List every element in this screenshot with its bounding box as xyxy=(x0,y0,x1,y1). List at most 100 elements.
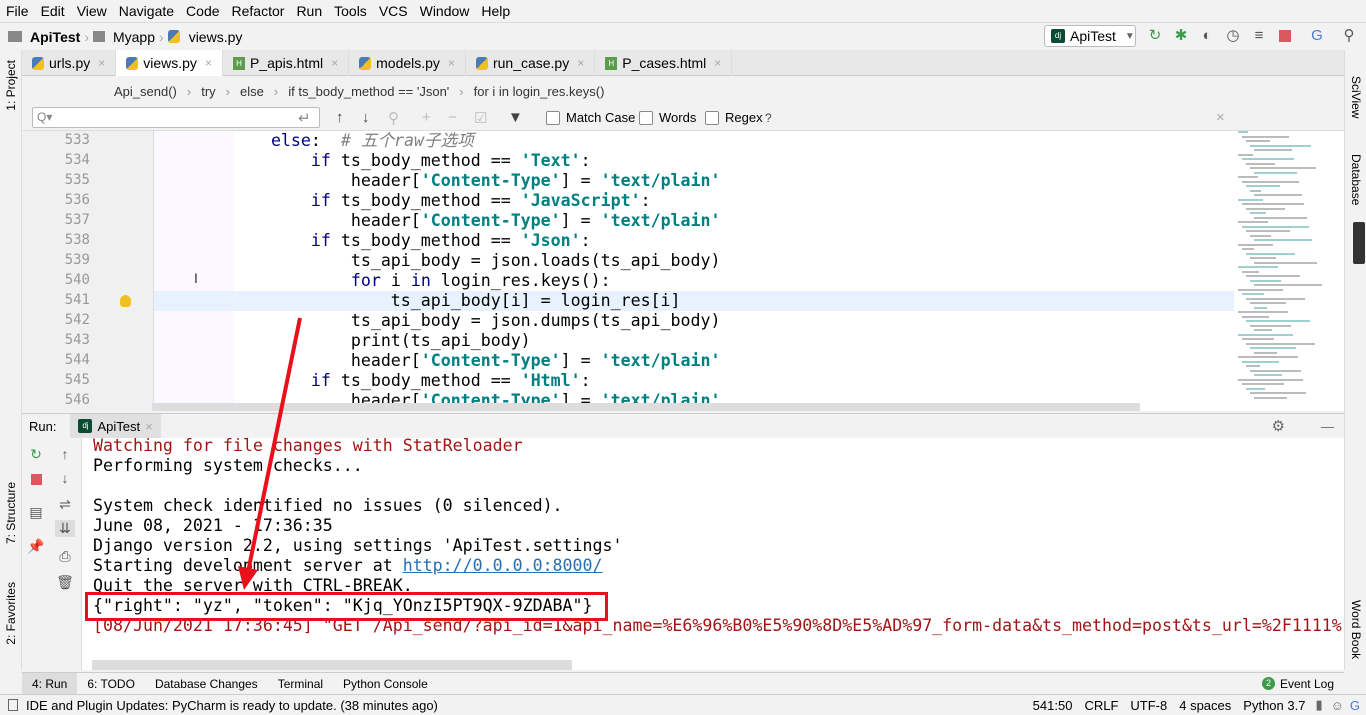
code-line[interactable]: if ts_body_method == 'Json': xyxy=(191,231,591,251)
menu-help[interactable]: Help xyxy=(475,3,516,19)
menu-file[interactable]: File xyxy=(0,3,35,19)
notification-icon[interactable] xyxy=(8,699,18,711)
tab-urls-py[interactable]: urls.py × xyxy=(22,50,117,76)
code-line[interactable]: header['Content-Type'] = 'text/plain' xyxy=(191,171,721,191)
code-line[interactable]: if ts_body_method == 'JavaScript': xyxy=(191,191,651,211)
nav-folder[interactable]: Myapp xyxy=(113,29,155,45)
minimize-icon[interactable]: — xyxy=(1321,419,1334,434)
select-all-icon[interactable]: ☑ xyxy=(474,109,487,127)
breadcrumb-item[interactable]: else xyxy=(240,84,264,99)
menu-vcs[interactable]: VCS xyxy=(373,3,414,19)
bottom-tab-python-console[interactable]: Python Console xyxy=(333,673,438,695)
next-occurrence-icon[interactable]: ↓ xyxy=(362,109,370,126)
database-tool-button[interactable]: Database xyxy=(1349,154,1363,205)
lock-icon[interactable]: ▮ xyxy=(1315,697,1322,713)
rerun-icon[interactable]: ↻ xyxy=(26,446,46,463)
translate-icon[interactable]: G xyxy=(1308,27,1326,45)
layout-icon[interactable]: ▤ xyxy=(26,504,46,521)
close-icon[interactable]: × xyxy=(714,56,721,70)
code-line[interactable]: ts_api_body = json.loads(ts_api_body) xyxy=(191,251,721,271)
code-line[interactable]: print(ts_api_body) xyxy=(191,331,531,351)
code-line[interactable]: if ts_body_method == 'Text': xyxy=(191,151,591,171)
menu-tools[interactable]: Tools xyxy=(328,3,373,19)
breadcrumb-item[interactable]: if ts_body_method == 'Json' xyxy=(288,84,449,99)
code-line[interactable]: header['Content-Type'] = 'text/plain' xyxy=(191,211,721,231)
menu-refactor[interactable]: Refactor xyxy=(226,3,291,19)
run-tab-apitest[interactable]: dj ApiTest × xyxy=(70,413,161,439)
down-arrow-icon[interactable]: ↓ xyxy=(55,470,75,486)
search-icon[interactable]: ⚲ xyxy=(1340,27,1358,45)
filter-icon[interactable]: ▼ xyxy=(508,109,523,126)
bottom-tab-6-todo[interactable]: 6: TODO xyxy=(77,673,145,695)
menu-window[interactable]: Window xyxy=(414,3,476,19)
print-icon[interactable]: ⎙ xyxy=(55,548,75,565)
add-selection-icon[interactable]: + xyxy=(422,109,431,126)
horizontal-scrollbar[interactable] xyxy=(152,403,1140,411)
structure-tool-button[interactable]: 7: Structure xyxy=(4,482,18,544)
google-icon[interactable]: G xyxy=(1350,698,1360,713)
regex-checkbox[interactable]: Regex xyxy=(705,110,763,125)
favorites-tool-button[interactable]: 2: Favorites xyxy=(4,582,18,645)
remove-selection-icon[interactable]: − xyxy=(448,109,457,126)
menu-run[interactable]: Run xyxy=(290,3,328,19)
close-icon[interactable]: × xyxy=(331,56,338,70)
coverage-icon[interactable]: ◐ xyxy=(1198,27,1216,45)
file-encoding[interactable]: UTF-8 xyxy=(1130,698,1167,713)
code-line[interactable]: if ts_body_method == 'Html': xyxy=(191,371,591,391)
sciview-tool-button[interactable]: SciView xyxy=(1349,76,1363,118)
up-arrow-icon[interactable]: ↑ xyxy=(55,446,75,462)
breadcrumb-item[interactable]: Api_send() xyxy=(114,84,177,99)
python-interpreter[interactable]: Python 3.7 xyxy=(1243,698,1305,713)
console-link[interactable]: http://0.0.0.0:8000/ xyxy=(403,556,603,575)
tab-views-py[interactable]: views.py × xyxy=(116,50,223,76)
inspector-icon[interactable]: ☺ xyxy=(1331,698,1344,713)
wordbook-tool-button[interactable]: Word Book xyxy=(1349,600,1363,659)
close-icon[interactable]: × xyxy=(448,56,455,70)
code-line[interactable]: header['Content-Type'] = 'text/plain' xyxy=(191,351,721,371)
close-icon[interactable]: × xyxy=(145,419,153,434)
breadcrumb-item[interactable]: try xyxy=(201,84,215,99)
bottom-tab-terminal[interactable]: Terminal xyxy=(268,673,333,695)
regex-help[interactable]: ? xyxy=(765,111,772,125)
bottom-tab-4-run[interactable]: 4: Run xyxy=(22,672,78,695)
indent-setting[interactable]: 4 spaces xyxy=(1179,698,1231,713)
pin-icon[interactable]: 📌 xyxy=(26,538,46,555)
line-separator[interactable]: CRLF xyxy=(1084,698,1118,713)
event-log-button[interactable]: 2 Event Log xyxy=(1252,673,1344,695)
project-tool-button[interactable]: 1: Project xyxy=(4,60,18,111)
words-checkbox[interactable]: Words xyxy=(639,110,696,125)
scrollbar-thumb[interactable] xyxy=(1353,222,1365,264)
tab-models-py[interactable]: models.py × xyxy=(349,50,466,76)
menu-view[interactable]: View xyxy=(71,3,113,19)
soft-wrap-icon[interactable]: ⇌ xyxy=(55,496,75,513)
nav-project[interactable]: ApiTest xyxy=(30,29,80,45)
profile-icon[interactable]: ◷ xyxy=(1224,27,1242,45)
scroll-to-end-icon[interactable]: ⇊ xyxy=(55,520,75,537)
find-all-icon[interactable]: ⚲ xyxy=(388,109,399,127)
stop-icon[interactable] xyxy=(1276,27,1294,45)
concurrency-icon[interactable]: ≡ xyxy=(1250,27,1268,45)
previous-occurrence-icon[interactable]: ↑ xyxy=(336,109,344,126)
stop-icon[interactable] xyxy=(26,472,46,488)
status-message[interactable]: IDE and Plugin Updates: PyCharm is ready… xyxy=(26,698,438,713)
bottom-tab-database-changes[interactable]: Database Changes xyxy=(145,673,268,695)
rerun-icon[interactable]: ↻ xyxy=(1146,27,1164,45)
run-console[interactable]: Watching for file changes with StatReloa… xyxy=(82,438,1344,670)
code-line[interactable]: else: # 五个raw子选项 xyxy=(191,131,474,151)
menu-navigate[interactable]: Navigate xyxy=(113,3,180,19)
cursor-position[interactable]: 541:50 xyxy=(1033,698,1073,713)
run-config-dropdown[interactable]: dj ApiTest ▼ xyxy=(1044,25,1136,47)
menu-edit[interactable]: Edit xyxy=(35,3,71,19)
tab-run_case-py[interactable]: run_case.py × xyxy=(466,50,596,76)
nav-file[interactable]: views.py xyxy=(189,29,243,45)
close-icon[interactable]: × xyxy=(98,56,105,70)
tab-p_cases-html[interactable]: H P_cases.html × xyxy=(595,50,733,76)
gear-icon[interactable]: ⚙ xyxy=(1272,417,1285,435)
tab-p_apis-html[interactable]: H P_apis.html × xyxy=(223,50,350,76)
close-icon[interactable]: × xyxy=(1216,109,1225,126)
close-icon[interactable]: × xyxy=(577,56,584,70)
menu-code[interactable]: Code xyxy=(180,3,225,19)
close-icon[interactable]: × xyxy=(205,56,212,70)
code-line[interactable]: ts_api_body = json.dumps(ts_api_body) xyxy=(191,311,721,331)
search-input[interactable]: Q▾ xyxy=(32,107,320,128)
